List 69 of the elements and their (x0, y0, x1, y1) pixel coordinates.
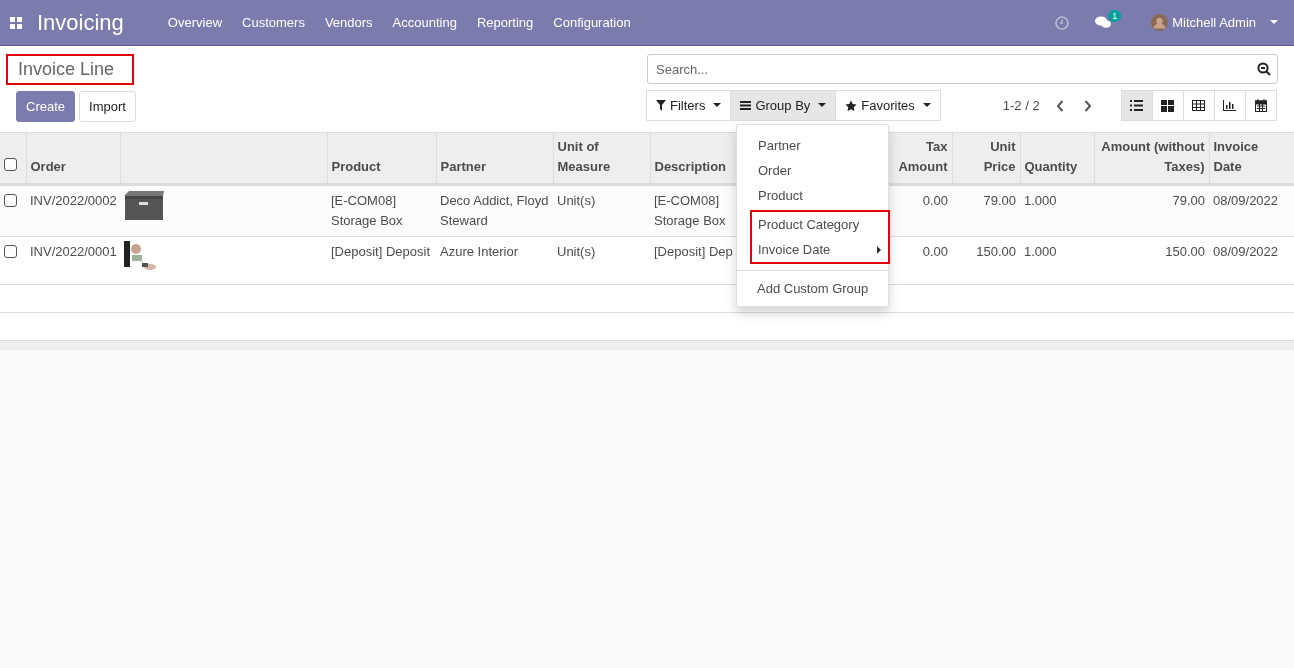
nav-menu-item[interactable]: Vendors (324, 15, 373, 30)
menu-item[interactable]: Partner (752, 133, 888, 158)
row-checkbox[interactable] (4, 194, 17, 207)
table-cell: 150.00 (1165, 244, 1205, 259)
select-all-checkbox[interactable] (4, 158, 17, 171)
row-checkbox[interactable] (4, 245, 17, 258)
caret-right-icon (877, 245, 881, 254)
menu-item[interactable]: Add Custom Group (737, 270, 888, 300)
favorites-dropdown[interactable]: Favorites (835, 90, 941, 121)
page-title: Invoice Line (6, 54, 135, 85)
view-switch-button[interactable] (1213, 90, 1246, 121)
user-name[interactable]: Mitchell Admin (1172, 15, 1256, 30)
table-cell: Unit(s) (557, 193, 596, 208)
caret-icon (922, 103, 931, 108)
table-cell: 08/09/2022 (1213, 244, 1279, 259)
table-cell: [E-COM08] Storage Box (654, 193, 726, 228)
menu-item[interactable]: Product (752, 183, 888, 208)
search-field[interactable]: Search... (647, 54, 1278, 84)
apps-icon[interactable] (10, 16, 22, 29)
star-icon (845, 99, 858, 112)
table-cell: Unit(s) (557, 244, 596, 259)
create-button[interactable]: Create (16, 91, 76, 122)
table-cell: 79.00 (983, 193, 1016, 208)
search-icon[interactable] (1257, 62, 1271, 76)
caret-icon (1270, 20, 1278, 25)
nav-menu-item[interactable]: Configuration (553, 15, 631, 30)
menu-item[interactable]: Order (752, 158, 888, 183)
chevron-right-icon[interactable] (1083, 99, 1092, 112)
nav-menu-item[interactable]: Accounting (392, 15, 457, 30)
table-cell: 0.00 (922, 193, 948, 208)
menu-icon (740, 101, 752, 110)
table-cell: 1.000 (1024, 244, 1057, 259)
message-count-badge: 1 (1108, 10, 1122, 22)
bar-chart-icon (1223, 100, 1237, 111)
table-cell: 150.00 (976, 244, 1016, 259)
table-cell: [Deposit] Deposit (331, 244, 430, 259)
grid-icon (1161, 99, 1175, 112)
calendar-icon (1254, 99, 1267, 112)
filters-dropdown[interactable]: Filters (646, 90, 732, 121)
menu-item[interactable]: Invoice Date (752, 237, 888, 262)
pager: 1-2 / 2 (1002, 98, 1040, 113)
nav-menu-item[interactable]: Customers (242, 15, 305, 30)
table-cell: 79.00 (1172, 193, 1205, 208)
table-icon (1192, 100, 1206, 111)
caret-icon (713, 103, 722, 108)
group-by-dropdown[interactable]: Group By (730, 90, 837, 121)
table-cell: INV/2022/0001 (30, 244, 117, 259)
table-cell: Deco Addict, Floyd Steward (440, 193, 549, 228)
table-cell: INV/2022/0002 (30, 193, 117, 208)
chat-icon[interactable] (1095, 16, 1112, 29)
list-icon (1130, 100, 1144, 111)
table-cell: [E-COM08] Storage Box (331, 193, 403, 228)
table-cell: Azure Interior (440, 244, 519, 259)
table-cell: [Deposit] Dep (654, 244, 733, 259)
app-name: Invoicing (37, 9, 124, 36)
table-cell: 08/09/2022 (1213, 193, 1279, 208)
view-switch-button[interactable] (1151, 90, 1184, 121)
caret-icon (818, 103, 827, 108)
import-button[interactable]: Import (79, 91, 136, 122)
view-switch-button[interactable] (1120, 90, 1153, 121)
table-cell: 1.000 (1024, 193, 1057, 208)
table-cell: 0.00 (922, 244, 948, 259)
view-switch-button[interactable] (1244, 90, 1277, 121)
filter-icon (656, 100, 666, 111)
nav-menu-item[interactable]: Reporting (476, 15, 534, 30)
menu-item[interactable]: Product Category (752, 212, 888, 237)
chevron-left-icon[interactable] (1055, 99, 1064, 112)
view-switch-button[interactable] (1182, 90, 1215, 121)
nav-menu-item[interactable]: Overview (167, 15, 223, 30)
